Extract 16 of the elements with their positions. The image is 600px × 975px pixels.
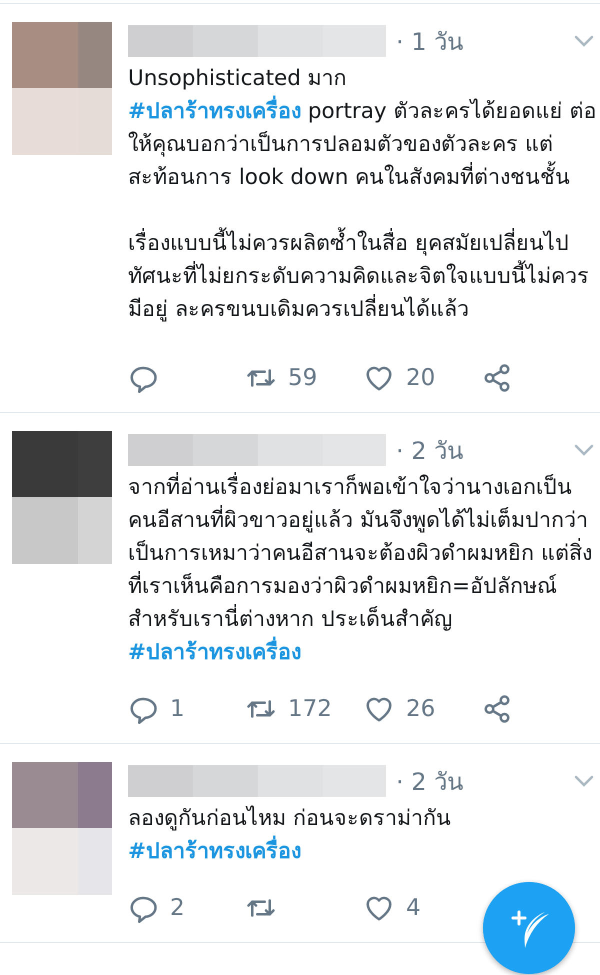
tweet-time: · 2 วัน <box>396 436 464 466</box>
tweet-time: · 1 วัน <box>396 26 464 58</box>
like-count: 4 <box>406 895 421 921</box>
retweet-count: 59 <box>288 365 318 391</box>
reply-count: 1 <box>170 696 185 722</box>
tweet-time: · 2 วัน <box>396 766 464 798</box>
like-count: 26 <box>406 696 436 722</box>
reply-count: 2 <box>170 895 185 921</box>
tweet-text: Unsophisticated มาก #ปลาร้าทรงเครื่อง portray ตัวละครได้ยอดแย่ ต่อให้คุณบอกว่าเป็นการปลอมตัวของตัวละคร แต่สะท้อนการ look down คนในสังคมที่ต่างชนชั้น เรื่องแบบนี้ไม่ควรผลิตซ้ำในสื่อ ยุคสมัยเปลี่ยนไป ทัศนะที่ไม่ยกระดับความคิดและจิตใจแบบนี้ไม่ควรมีอยู่ ละครขนบเดิมควรเปลี่ยนได้แล้ว <box>128 65 598 324</box>
tweet-text: ลองดูกันก่อนไหม ก่อนจะดราม่ากัน #ปลาร้าทรงเครื่อง <box>128 804 452 866</box>
compose-button[interactable] <box>483 882 575 974</box>
share-icon[interactable] <box>482 694 512 724</box>
tweet-text: จากที่อ่านเรื่องย่อมาเราก็พอเข้าใจว่านางเอกเป็นคนอีสานที่ผิวขาวอยู่แล้ว มันจึงพูดได้ไม่เต็มปากว่าเป็นการเหมาว่าคนอีสานจะต้องผิวดำผมหยิก แต่สิ่งที่เราเห็นคือการมองว่าผิวดำผมหยิก=อัปลักษณ์ สำหรับเรานี่ต่างหาก ประเด็นสำคัญ #ปลาร้าทรงเครื่อง <box>128 471 600 669</box>
share-icon[interactable] <box>482 363 512 393</box>
retweet-count: 172 <box>288 696 332 722</box>
like-count: 20 <box>406 365 436 391</box>
